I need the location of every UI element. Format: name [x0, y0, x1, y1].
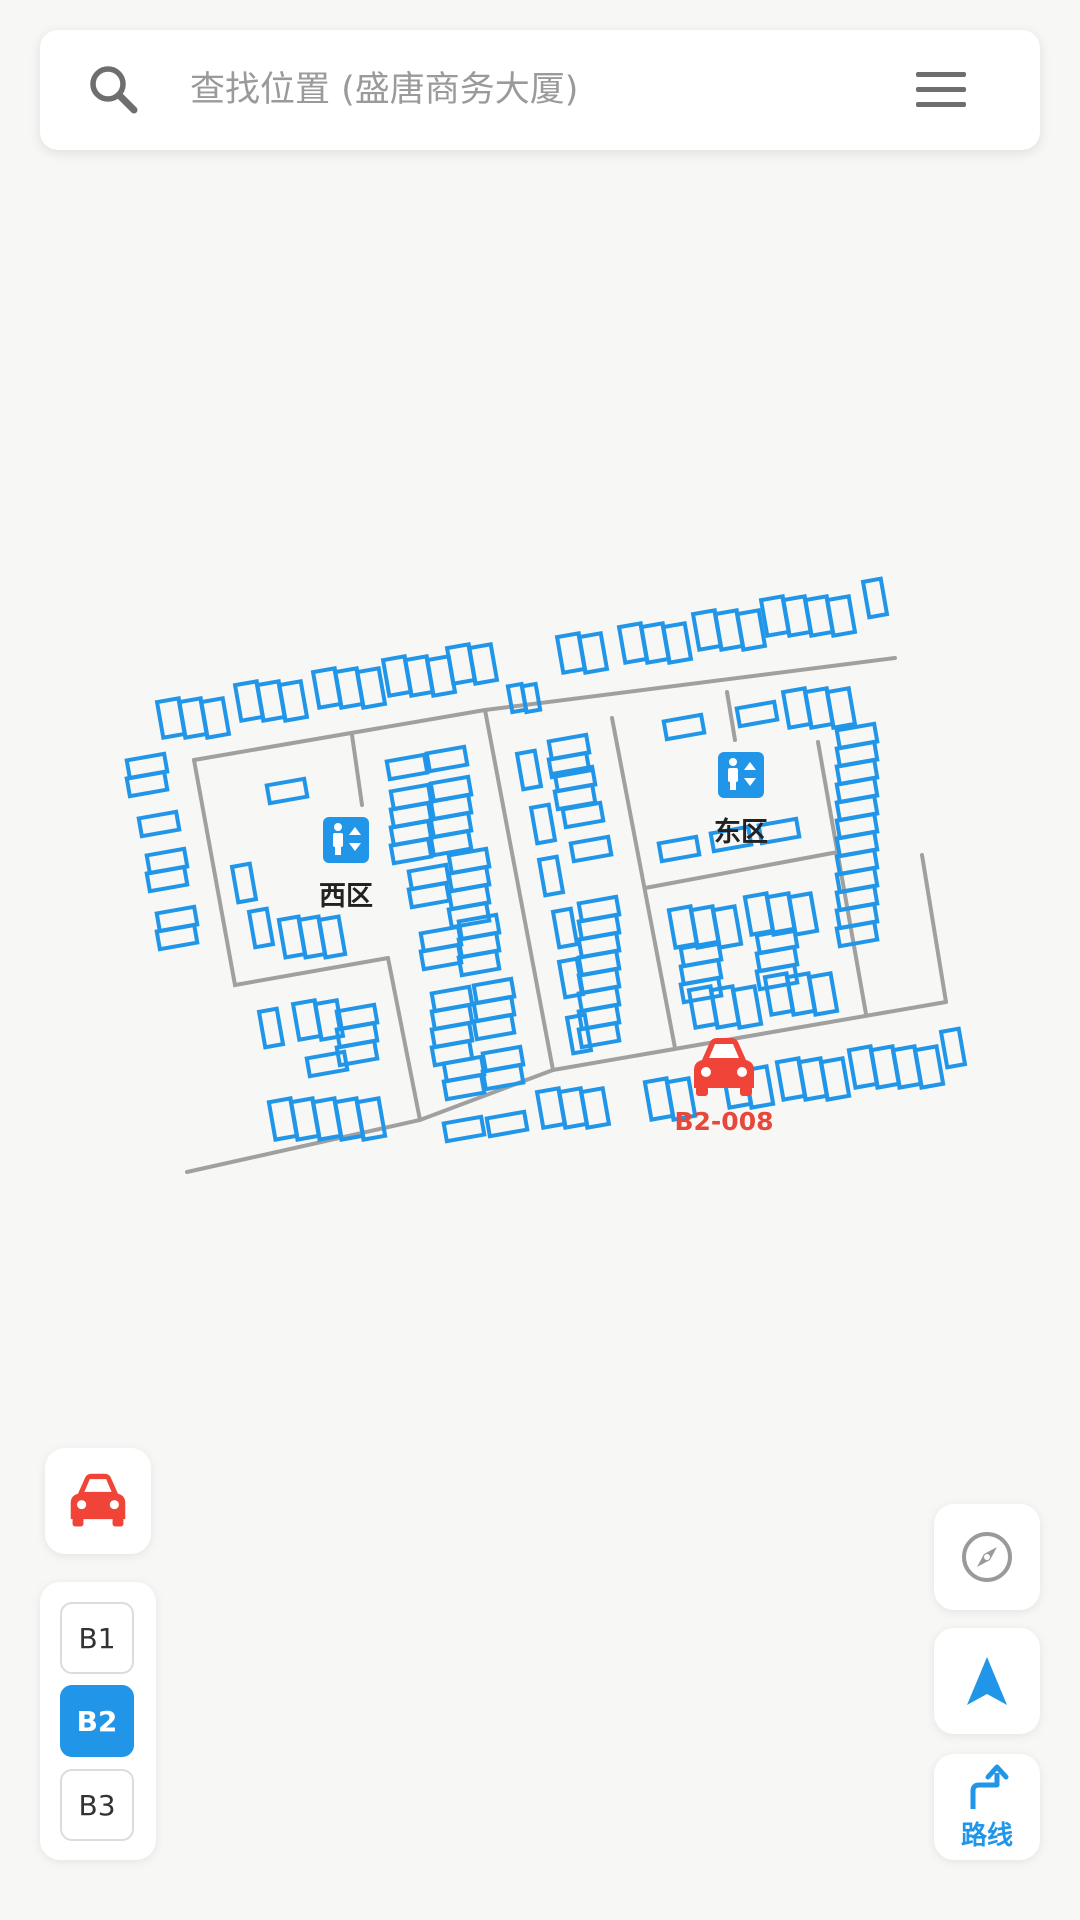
parking-space: [276, 679, 310, 723]
road: [350, 733, 364, 807]
floor-button-b1[interactable]: B1: [60, 1602, 134, 1674]
parking-space: [576, 1020, 622, 1050]
parking-space: [578, 1086, 612, 1130]
parking-space: [198, 696, 232, 740]
road: [920, 853, 948, 1004]
road: [386, 956, 422, 1122]
parking-space: [656, 834, 702, 864]
parking-space: [824, 686, 858, 730]
parking-space: [388, 836, 434, 866]
parking-space: [154, 922, 200, 952]
parking-space: [860, 576, 890, 620]
search-bar: [40, 30, 1040, 150]
parking-space: [264, 776, 310, 806]
parking-space: [354, 1096, 388, 1142]
parking-space: [661, 712, 707, 742]
parking-space: [246, 906, 276, 950]
parking-map[interactable]: 西区 东区 B2-008: [0, 0, 1080, 1920]
parking-space: [806, 971, 840, 1017]
floor-selector: B1 B2 B3: [40, 1582, 156, 1860]
search-icon[interactable]: [84, 60, 144, 120]
parking-space: [424, 744, 470, 774]
parking-space: [568, 834, 614, 864]
road-network: [185, 656, 948, 1174]
parking-space: [384, 752, 430, 782]
parking-space: [660, 621, 694, 665]
parking-space: [484, 1109, 530, 1139]
parking-space: [229, 861, 259, 905]
road: [725, 690, 737, 742]
locate-button[interactable]: [934, 1628, 1040, 1734]
parking-space: [466, 642, 500, 686]
parked-car-marker[interactable]: [694, 1038, 754, 1096]
parking-space: [124, 769, 170, 799]
route-button[interactable]: 路线: [934, 1754, 1040, 1860]
parking-space: [406, 880, 452, 910]
parking-space: [912, 1044, 946, 1090]
floor-button-b2[interactable]: B2: [60, 1685, 134, 1757]
car-icon: [70, 1473, 126, 1527]
parking-space: [834, 919, 880, 949]
parking-space: [576, 631, 610, 675]
parking-space: [480, 1062, 526, 1092]
parking-space: [144, 864, 190, 894]
find-my-car-button[interactable]: [45, 1448, 151, 1554]
parking-space: [818, 1056, 852, 1102]
search-input[interactable]: [190, 50, 890, 130]
parking-space: [471, 1012, 517, 1042]
route-turn-icon: [970, 1764, 1009, 1809]
compass-button[interactable]: [934, 1504, 1040, 1610]
restroom-east[interactable]: [718, 752, 764, 798]
parking-space: [938, 1026, 968, 1070]
restroom-icon: [718, 752, 764, 798]
parking-space: [560, 800, 606, 830]
route-label: 路线: [960, 1820, 1013, 1851]
zone-label-west: 西区: [319, 881, 373, 912]
parking-space: [256, 1006, 286, 1050]
parking-space: [316, 914, 348, 960]
parking-space: [734, 699, 780, 729]
parking-space: [734, 608, 768, 652]
parking-space: [441, 1072, 487, 1102]
road: [192, 656, 897, 762]
parking-space: [536, 854, 566, 898]
parked-car-space-label: B2-008: [674, 1107, 773, 1136]
parking-space: [528, 802, 558, 846]
parking-space: [446, 900, 492, 930]
road: [551, 1000, 948, 1072]
parking-space: [441, 1114, 487, 1144]
parking-space: [456, 948, 502, 978]
restroom-west[interactable]: [323, 817, 369, 863]
navigation-arrow-icon: [967, 1657, 1007, 1705]
parking-space: [824, 594, 858, 638]
parking-space: [354, 666, 388, 710]
zone-label-east: 东区: [714, 816, 768, 848]
parking-space: [514, 748, 544, 792]
parking-space: [550, 906, 580, 950]
parking-space: [418, 942, 464, 972]
compass-icon: [962, 1532, 1012, 1582]
restroom-icon: [323, 817, 369, 863]
parking-space: [136, 809, 182, 839]
car-icon: [694, 1038, 754, 1096]
floor-button-b3[interactable]: B3: [60, 1769, 134, 1841]
hamburger-menu-icon[interactable]: [908, 64, 974, 116]
parking-space: [519, 681, 543, 715]
parking-space: [730, 984, 764, 1030]
